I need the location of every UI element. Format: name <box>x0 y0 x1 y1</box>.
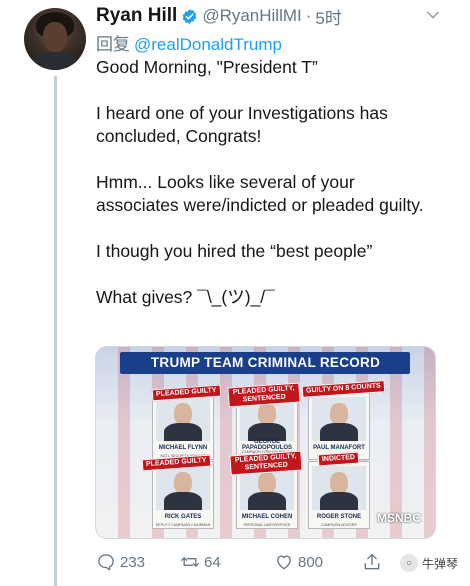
mugshot-name: PAUL MANAFORT <box>313 445 365 451</box>
reply-label: 回复 <box>96 35 130 54</box>
retweet-icon <box>181 557 199 567</box>
verified-badge-icon <box>182 8 197 24</box>
reply-context: 回复 @realDonaldTrump <box>96 30 282 55</box>
mugshot-photo <box>156 466 210 510</box>
mugshot-card: MICHAEL FLYNN NAT'L SECURITY ADVISER <box>152 392 214 460</box>
avatar-face <box>43 22 67 52</box>
retweet-button[interactable]: 64 <box>180 552 221 572</box>
reply-button[interactable]: 233 <box>96 552 145 572</box>
share-button[interactable] <box>362 552 382 572</box>
tweet-media-image[interactable]: TRUMP TEAM CRIMINAL RECORD MICHAEL FLYNN… <box>95 346 436 539</box>
tweet-header: Ryan Hill @RyanHillMI · 5时 <box>96 4 441 28</box>
reply-count: 233 <box>120 553 146 571</box>
mugshot-name: MICHAEL COHEN <box>241 514 293 520</box>
watermark-text: 牛弹琴 <box>421 556 458 571</box>
reply-mention-link[interactable]: @realDonaldTrump <box>134 35 282 54</box>
time-separator: · <box>305 6 312 25</box>
wechat-icon: ○ <box>399 554 418 572</box>
mugshot-photo <box>156 397 210 441</box>
chevron-down-icon[interactable] <box>425 7 441 23</box>
mugshot-name: ROGER STONE <box>316 514 362 520</box>
mugshot-role: PERSONAL LAWYER/FIXER <box>243 523 291 527</box>
tweet-paragraph: Good Morning, "President T” <box>96 57 318 77</box>
mugshot-photo <box>312 466 366 510</box>
watermark: ○ 牛弹琴 <box>399 554 458 572</box>
author-name[interactable]: Ryan Hill <box>96 5 177 27</box>
tweet-paragraph: Hmm... Looks like several of your associ… <box>96 172 424 215</box>
tweet-paragraph: I heard one of your Investigations has c… <box>96 103 388 146</box>
mugshot-role: DEPUTY CAMPAIGN CHAIRMAN <box>155 523 211 527</box>
tweet-paragraph: I though you hired the “best people” <box>96 241 373 261</box>
like-button[interactable]: 800 <box>274 552 323 572</box>
mugshot-role: CAMPAIGN ADVISER <box>321 523 357 527</box>
share-icon <box>364 553 380 570</box>
reply-icon <box>98 554 114 571</box>
mugshot-photo <box>312 397 366 441</box>
mugshot-name: MICHAEL FLYNN <box>158 445 208 451</box>
avatar[interactable] <box>24 8 86 70</box>
author-handle[interactable]: @RyanHillMI <box>202 6 301 26</box>
retweet-count: 64 <box>204 553 221 571</box>
avatar-shoulders <box>28 52 82 70</box>
thread-line <box>54 76 57 586</box>
tweet-paragraph: What gives? ¯\_(ツ)_/¯ <box>96 287 275 307</box>
media-title: TRUMP TEAM CRIMINAL RECORD <box>150 355 381 370</box>
network-logo: MSNBC <box>377 511 421 525</box>
like-count: 800 <box>298 553 324 571</box>
mugshot-card: PAUL MANAFORT CAMPAIGN CHAIRMAN <box>308 392 370 460</box>
like-icon <box>277 555 291 570</box>
mugshot-card: ROGER STONE CAMPAIGN ADVISER <box>308 461 370 529</box>
mugshot-name: RICK GATES <box>164 514 202 520</box>
tweet-text: Good Morning, "President T” I heard one … <box>96 56 436 309</box>
mugshot-card: RICK GATES DEPUTY CAMPAIGN CHAIRMAN <box>152 461 214 529</box>
tweet-time[interactable]: 5时 <box>315 4 341 29</box>
